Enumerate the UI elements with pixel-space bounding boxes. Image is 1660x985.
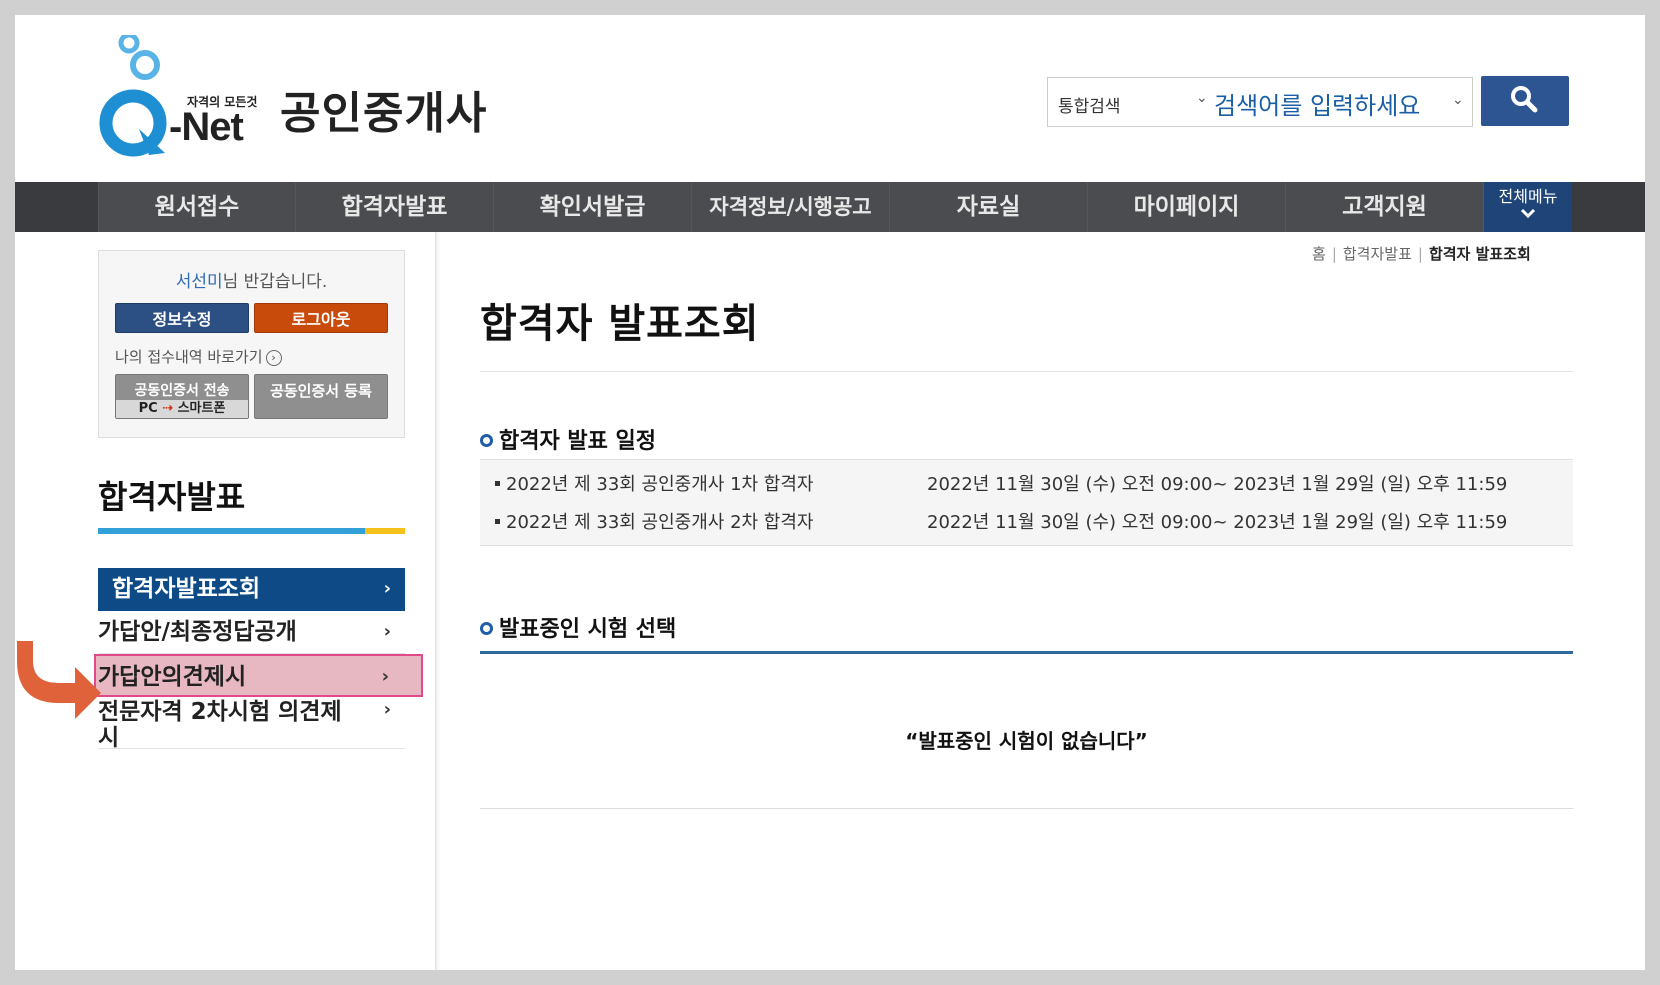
sidebar-item-results-lookup[interactable]: 합격자발표조회 › <box>98 568 405 611</box>
greeting-suffix: 님 반갑습니다. <box>222 272 328 292</box>
all-menu-label: 전체메뉴 <box>1498 187 1558 206</box>
sidebar-item-label: 가답안의견제시 <box>98 664 247 690</box>
nav-item-application[interactable]: 원서접수 <box>98 182 296 232</box>
schedule-list: 2022년 제 33회 공인중개사 1차 합격자 2022년 11월 30일 (… <box>480 459 1573 546</box>
main-nav: 원서접수 합격자발표 확인서발급 자격정보/시행공고 자료실 마이페이지 고객지… <box>15 182 1645 232</box>
sidebar-item-label: 합격자발표조회 <box>112 576 261 602</box>
all-menu-button[interactable]: 전체메뉴 <box>1484 182 1572 232</box>
arrow-right-icon: ⇢ <box>162 401 178 416</box>
chevron-down-icon <box>1520 208 1536 219</box>
breadcrumb-separator: | <box>1331 245 1337 263</box>
cert-send-button[interactable]: 공동인증서 전송 PC ⇢ 스마트폰 <box>115 374 249 419</box>
cert-register-button[interactable]: 공동인증서 등록 <box>254 374 388 419</box>
cert-send-from: PC <box>138 401 158 416</box>
sidebar-item-answers[interactable]: 가답안/최종정답공개 › <box>98 611 405 654</box>
chevron-right-icon: › <box>381 666 389 687</box>
sidebar-item-label: 가답안/최종정답공개 <box>98 619 297 645</box>
nav-item-support[interactable]: 고객지원 <box>1286 182 1484 232</box>
nav-item-mypage[interactable]: 마이페이지 <box>1088 182 1286 232</box>
schedule-name: 2022년 제 33회 공인중개사 2차 합격자 <box>506 512 814 533</box>
empty-message: “발표중인 시험이 없습니다” <box>905 729 1148 753</box>
cert-send-to: 스마트폰 <box>177 401 226 416</box>
my-history-label: 나의 접수내역 바로가기 <box>115 348 263 366</box>
annotation-arrow-icon <box>17 641 101 719</box>
user-greeting: 서선미님 반갑습니다. <box>99 267 404 292</box>
exam-select-section-title: 발표중인 시험 선택 <box>480 611 676 643</box>
schedule-title-text: 합격자 발표 일정 <box>499 429 656 454</box>
list-item: 2022년 제 33회 공인중개사 2차 합격자 2022년 11월 30일 (… <box>495 508 1507 534</box>
schedule-period: 2022년 11월 30일 (수) 오전 09:00~ 2023년 1월 29일… <box>927 474 1508 495</box>
breadcrumb-separator: | <box>1417 245 1423 263</box>
logout-button[interactable]: 로그아웃 <box>254 303 388 333</box>
circle-arrow-icon: › <box>265 350 282 366</box>
sidebar-shadow <box>436 232 440 970</box>
user-name: 서선미 <box>175 272 223 292</box>
sidebar-item-label: 전문자격 2차시험 의견제시 <box>98 699 342 751</box>
breadcrumb-current: 합격자 발표조회 <box>1428 245 1531 263</box>
page-frame: 자격의 모든것 -Net 공인중개사 통합검색 ⌄ ⌄ 원서접수 합격자발표 확… <box>15 15 1645 970</box>
search-input[interactable] <box>1194 86 1470 126</box>
sidebar-menu: 합격자발표조회 › 가답안/최종정답공개 › 가답안의견제시 › 전문자격 2차… <box>94 568 423 751</box>
search-button[interactable] <box>1481 76 1569 126</box>
search-icon <box>1511 85 1538 112</box>
site-title[interactable]: 공인중개사 <box>280 77 487 141</box>
cert-send-label: 공동인증서 전송 <box>134 383 230 399</box>
list-item: 2022년 제 33회 공인중개사 1차 합격자 2022년 11월 30일 (… <box>495 470 1507 496</box>
schedule-period: 2022년 11월 30일 (수) 오전 09:00~ 2023년 1월 29일… <box>927 512 1508 533</box>
nav-item-certificates[interactable]: 확인서발급 <box>494 182 692 232</box>
breadcrumb: 홈 | 합격자발표 | 합격자 발표조회 <box>1312 243 1531 264</box>
breadcrumb-level1[interactable]: 합격자발표 <box>1343 245 1412 263</box>
schedule-name: 2022년 제 33회 공인중개사 1차 합격자 <box>506 474 814 495</box>
edit-info-button[interactable]: 정보수정 <box>115 303 249 333</box>
schedule-section-title: 합격자 발표 일정 <box>480 423 656 455</box>
exam-select-divider <box>480 651 1573 654</box>
nav-item-results[interactable]: 합격자발표 <box>296 182 494 232</box>
sidebar-item-second-exam-opinion[interactable]: 전문자격 2차시험 의견제시 › <box>98 697 405 751</box>
cert-send-direction: PC ⇢ 스마트폰 <box>116 400 248 418</box>
nav-item-resources[interactable]: 자료실 <box>890 182 1088 232</box>
user-info-box: 서선미님 반갑습니다. 정보수정 로그아웃 나의 접수내역 바로가기 › 공동인증… <box>98 250 405 438</box>
qnet-logo[interactable]: 자격의 모든것 -Net <box>95 32 275 160</box>
chevron-right-icon: › <box>383 621 391 642</box>
chevron-right-icon: › <box>383 699 391 720</box>
bullet-circle-icon <box>480 622 493 635</box>
sidebar-title-underline <box>98 528 405 534</box>
sidebar-title: 합격자발표 <box>98 478 246 516</box>
search-category-select[interactable]: 통합검색 <box>1058 92 1121 117</box>
search-bar: 통합검색 ⌄ ⌄ <box>1047 77 1473 127</box>
exam-select-title-text: 발표중인 시험 선택 <box>499 617 677 642</box>
my-history-link[interactable]: 나의 접수내역 바로가기 › <box>115 346 282 367</box>
bullet-icon <box>495 519 500 524</box>
bullet-circle-icon <box>480 434 493 447</box>
logo-net-text: -Net <box>169 105 244 149</box>
chevron-down-icon[interactable]: ⌄ <box>1452 92 1464 108</box>
chevron-right-icon: › <box>383 578 391 599</box>
sidebar-item-answer-opinion[interactable]: 가답안의견제시 › <box>94 654 423 697</box>
breadcrumb-home[interactable]: 홈 <box>1312 245 1326 263</box>
title-divider <box>480 371 1573 372</box>
bottom-divider <box>480 808 1573 809</box>
nav-item-qualification-info[interactable]: 자격정보/시행공고 <box>692 182 890 232</box>
page-title: 합격자 발표조회 <box>480 301 760 347</box>
bullet-icon <box>495 481 500 486</box>
